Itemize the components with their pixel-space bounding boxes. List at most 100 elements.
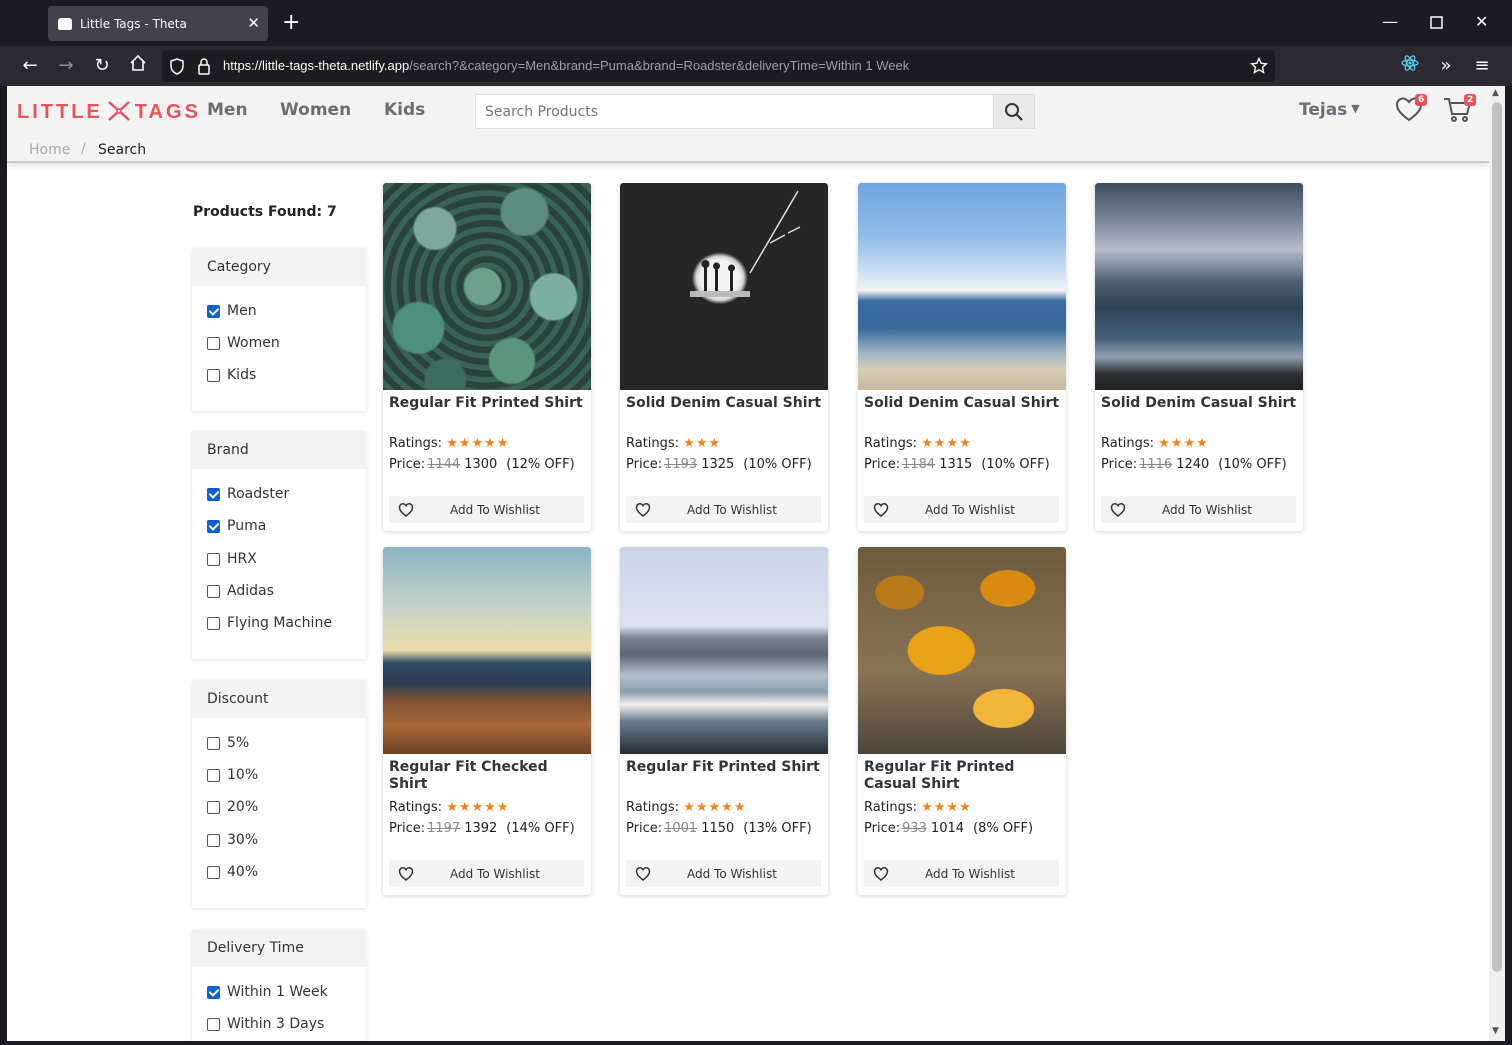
maximize-icon[interactable] (1430, 14, 1443, 33)
filter-category-men[interactable]: Men (207, 303, 257, 319)
search-bar (475, 94, 1035, 129)
checkbox-checked-icon[interactable] (207, 304, 220, 318)
overflow-chevron-icon[interactable]: » (1434, 54, 1458, 78)
caret-down-icon: ▼ (1351, 102, 1360, 115)
product-price: Price: 1197 1392 (14% OFF) (389, 821, 575, 836)
add-to-wishlist-button[interactable]: Add To Wishlist (626, 496, 821, 523)
filter-brand-puma[interactable]: Puma (207, 518, 266, 534)
product-name[interactable]: Regular Fit Printed Casual Shirt (864, 759, 1062, 793)
checkbox-icon[interactable] (207, 865, 220, 879)
bookmark-star-icon[interactable] (1249, 56, 1269, 79)
url-text[interactable]: https://little-tags-theta.netlify.app/se… (223, 58, 909, 73)
wishlist-button[interactable]: 6 (1395, 94, 1428, 126)
nav-men[interactable]: Men (207, 100, 248, 120)
shield-icon[interactable] (169, 58, 185, 79)
back-icon[interactable]: ← (18, 54, 42, 78)
product-image[interactable] (1095, 183, 1303, 390)
product-card[interactable]: Solid Denim Casual Shirt Ratings: ★★★★ Pri… (1095, 183, 1303, 531)
search-button[interactable] (993, 95, 1034, 128)
filter-category-kids[interactable]: Kids (207, 367, 256, 383)
add-to-wishlist-button[interactable]: Add To Wishlist (389, 496, 584, 523)
product-image[interactable] (620, 547, 828, 754)
add-to-wishlist-button[interactable]: Add To Wishlist (1101, 496, 1296, 523)
filter-discount-20[interactable]: 20% (207, 799, 258, 815)
product-image[interactable] (620, 183, 828, 390)
url-host: https://little-tags-theta.netlify.app (223, 58, 410, 73)
product-card[interactable]: Solid Denim Casual Shirt Ratings: ★★★★ Pri… (858, 183, 1066, 531)
nav-kids[interactable]: Kids (384, 100, 425, 120)
filter-brand-flying-machine[interactable]: Flying Machine (207, 615, 332, 631)
add-to-wishlist-button[interactable]: Add To Wishlist (864, 496, 1059, 523)
lock-icon[interactable] (197, 58, 211, 79)
checkbox-icon[interactable] (207, 336, 220, 350)
checkbox-checked-icon[interactable] (207, 519, 220, 533)
product-card[interactable]: Regular Fit Printed Shirt Ratings: ★★★★★ P… (383, 183, 591, 531)
product-image[interactable] (858, 547, 1066, 754)
scrollbar-thumb[interactable] (1492, 102, 1502, 972)
checkbox-checked-icon[interactable] (207, 985, 220, 999)
filter-discount-5[interactable]: 5% (207, 735, 249, 751)
checkbox-icon[interactable] (207, 768, 220, 782)
site-logo[interactable]: LITTLE TAGS (17, 100, 201, 124)
home-icon[interactable] (126, 54, 150, 78)
filter-discount-30[interactable]: 30% (207, 832, 258, 848)
add-to-wishlist-button[interactable]: Add To Wishlist (626, 860, 821, 887)
product-name[interactable]: Solid Denim Casual Shirt (626, 395, 824, 412)
wishlist-label: Add To Wishlist (450, 866, 540, 881)
product-name[interactable]: Regular Fit Printed Shirt (389, 395, 587, 412)
filter-delivery-1-week[interactable]: Within 1 Week (207, 984, 328, 1000)
checkbox-icon[interactable] (207, 800, 220, 814)
checkbox-checked-icon[interactable] (207, 487, 220, 501)
scroll-down-icon[interactable]: ▼ (1492, 1026, 1499, 1036)
nav-women[interactable]: Women (280, 100, 351, 120)
window-close-icon[interactable]: ✕ (1475, 12, 1488, 31)
product-name[interactable]: Solid Denim Casual Shirt (1101, 395, 1299, 412)
product-card[interactable]: Regular Fit Printed Casual Shirt Ratings:… (858, 547, 1066, 895)
add-to-wishlist-button[interactable]: Add To Wishlist (389, 860, 584, 887)
forward-icon[interactable]: → (54, 54, 78, 78)
wishlist-label: Add To Wishlist (687, 502, 777, 517)
filter-brand-roadster[interactable]: Roadster (207, 486, 289, 502)
search-input[interactable] (476, 95, 994, 128)
user-menu[interactable]: Tejas ▼ (1299, 100, 1360, 120)
filter-brand-adidas[interactable]: Adidas (207, 583, 274, 599)
product-card[interactable]: Regular Fit Checked Shirt Ratings: ★★★★★ P… (383, 547, 591, 895)
browser-tab[interactable]: Little Tags - Theta ✕ (48, 6, 268, 41)
minimize-icon[interactable]: — (1382, 12, 1398, 31)
product-name[interactable]: Regular Fit Checked Shirt (389, 759, 587, 793)
product-card[interactable]: Regular Fit Printed Shirt Ratings: ★★★★★ P… (620, 547, 828, 895)
checkbox-icon[interactable] (207, 368, 220, 382)
filter-label: HRX (227, 551, 257, 567)
filter-discount-10[interactable]: 10% (207, 767, 258, 783)
product-rating: Ratings: ★★★ (626, 436, 721, 451)
checkbox-icon[interactable] (207, 1017, 220, 1031)
add-to-wishlist-button[interactable]: Add To Wishlist (864, 860, 1059, 887)
filter-category-women[interactable]: Women (207, 335, 280, 351)
new-tab-icon[interactable]: + (282, 10, 300, 35)
checkbox-icon[interactable] (207, 616, 220, 630)
scroll-up-icon[interactable]: ▲ (1492, 88, 1499, 98)
product-image[interactable] (858, 183, 1066, 390)
cart-button[interactable]: 2 (1443, 94, 1477, 128)
checkbox-icon[interactable] (207, 584, 220, 598)
product-image[interactable] (383, 547, 591, 754)
menu-icon[interactable]: ≡ (1470, 54, 1494, 78)
product-image[interactable] (383, 183, 591, 390)
checkbox-icon[interactable] (207, 833, 220, 847)
filter-delivery-3-days[interactable]: Within 3 Days (207, 1016, 324, 1032)
close-tab-icon[interactable]: ✕ (247, 14, 260, 32)
reload-icon[interactable]: ↻ (90, 54, 114, 78)
checkbox-icon[interactable] (207, 552, 220, 566)
checkbox-icon[interactable] (207, 736, 220, 750)
product-card[interactable]: Solid Denim Casual Shirt Ratings: ★★★ Pric… (620, 183, 828, 531)
product-name[interactable]: Regular Fit Printed Shirt (626, 759, 824, 776)
filter-discount-40[interactable]: 40% (207, 864, 258, 880)
breadcrumb-home[interactable]: Home (29, 142, 70, 158)
page-scrollbar[interactable]: ▲ ▼ (1489, 86, 1505, 1041)
react-devtools-icon[interactable] (1398, 54, 1422, 78)
filter-brand-hrx[interactable]: HRX (207, 551, 257, 567)
wishlist-label: Add To Wishlist (925, 866, 1015, 881)
product-name[interactable]: Solid Denim Casual Shirt (864, 395, 1062, 412)
address-bar[interactable]: https://little-tags-theta.netlify.app/se… (162, 50, 1275, 82)
star-rating-icon: ★★★★★ (446, 436, 510, 451)
